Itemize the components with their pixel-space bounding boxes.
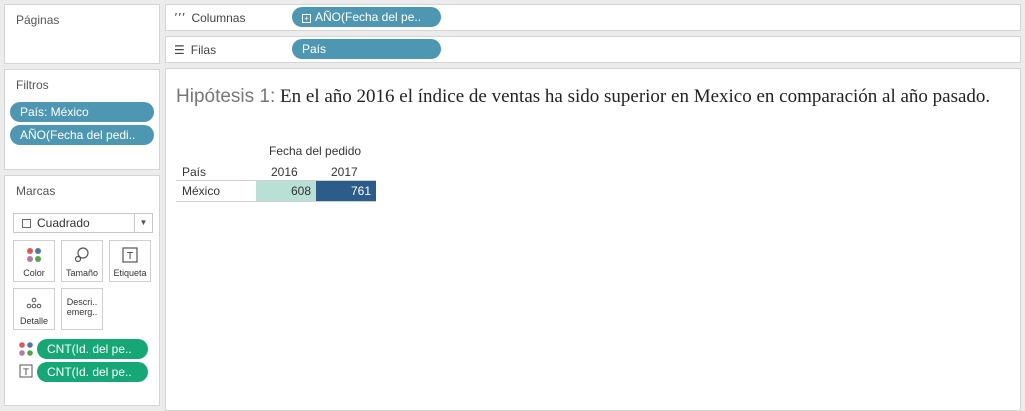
rows-icon: ☰	[174, 43, 185, 57]
color-field-icon	[18, 341, 34, 360]
column-group-header: Fecha del pedido	[269, 144, 362, 158]
svg-text:T: T	[22, 368, 29, 378]
columns-icon: ’’’	[174, 11, 186, 25]
detail-button[interactable]: Detalle	[13, 288, 55, 330]
row-header: País	[182, 165, 207, 179]
size-icon	[62, 246, 102, 268]
tooltip-button[interactable]: Descri.. emerg..	[61, 288, 103, 330]
text-label-icon: T	[110, 246, 150, 268]
viz-area: Hipótesis 1: En el año 2016 el índice de…	[165, 68, 1021, 411]
detail-label: Detalle	[19, 316, 48, 326]
title-text: En el año 2016 el índice de ventas ha si…	[275, 86, 991, 107]
filters-card: Filtros País: México AÑO(Fecha del pedi.…	[4, 69, 160, 170]
filters-title: Filtros	[16, 78, 49, 92]
label-label: Etiqueta	[113, 268, 147, 278]
svg-text:T: T	[126, 251, 134, 262]
year-header-2016: 2016	[271, 165, 298, 179]
label-field-pill[interactable]: CNT(Id. del pe..	[37, 362, 148, 382]
row-label-mexico: México	[182, 184, 221, 198]
tooltip-label-line2: emerg..	[66, 307, 98, 317]
value-cell-2016[interactable]: 608	[256, 181, 316, 201]
detail-icon	[14, 294, 54, 316]
size-label: Tamaño	[65, 268, 99, 278]
square-mark-icon	[22, 219, 31, 228]
pages-title: Páginas	[16, 13, 60, 27]
pages-card: Páginas	[4, 4, 160, 64]
filter-pill-year[interactable]: AÑO(Fecha del pedi..	[10, 125, 154, 145]
marks-card: Marcas Cuadrado ▼ Color Tamaño T Etiquet…	[4, 175, 160, 406]
label-field-icon: T	[19, 364, 33, 381]
rows-shelf[interactable]: ☰ Filas País	[165, 36, 1021, 63]
marks-title: Marcas	[16, 184, 56, 198]
value-cell-2017[interactable]: 761	[316, 181, 376, 201]
sheet-title[interactable]: Hipótesis 1: En el año 2016 el índice de…	[176, 85, 996, 109]
color-button[interactable]: Color	[13, 240, 55, 282]
title-prefix: Hipótesis 1:	[176, 86, 276, 107]
columns-pill[interactable]: + AÑO(Fecha del pe..	[292, 7, 441, 27]
columns-shelf[interactable]: ’’’ Columnas + AÑO(Fecha del pe..	[165, 4, 1021, 31]
columns-label: Columnas	[191, 11, 246, 25]
filter-pill-country[interactable]: País: México	[10, 102, 154, 122]
mark-type-value: Cuadrado	[37, 216, 90, 230]
year-header-2017: 2017	[331, 165, 358, 179]
expand-plus-icon[interactable]: +	[302, 14, 311, 23]
mark-type-dropdown[interactable]: Cuadrado ▼	[13, 213, 153, 233]
rows-pill[interactable]: País	[292, 39, 441, 59]
size-button[interactable]: Tamaño	[61, 240, 103, 282]
label-button[interactable]: T Etiqueta	[109, 240, 151, 282]
color-field-pill[interactable]: CNT(Id. del pe..	[37, 339, 148, 359]
color-label: Color	[23, 268, 45, 278]
rows-label: Filas	[190, 43, 217, 57]
chevron-down-icon: ▼	[134, 214, 152, 232]
rows-shelf-label-group: ☰ Filas	[174, 43, 216, 57]
columns-shelf-label-group: ’’’ Columnas	[174, 11, 245, 25]
tooltip-label-line1: Descri..	[66, 297, 98, 307]
color-icon	[14, 246, 54, 268]
row-divider	[176, 201, 376, 202]
columns-pill-label: AÑO(Fecha del pe..	[315, 10, 422, 24]
